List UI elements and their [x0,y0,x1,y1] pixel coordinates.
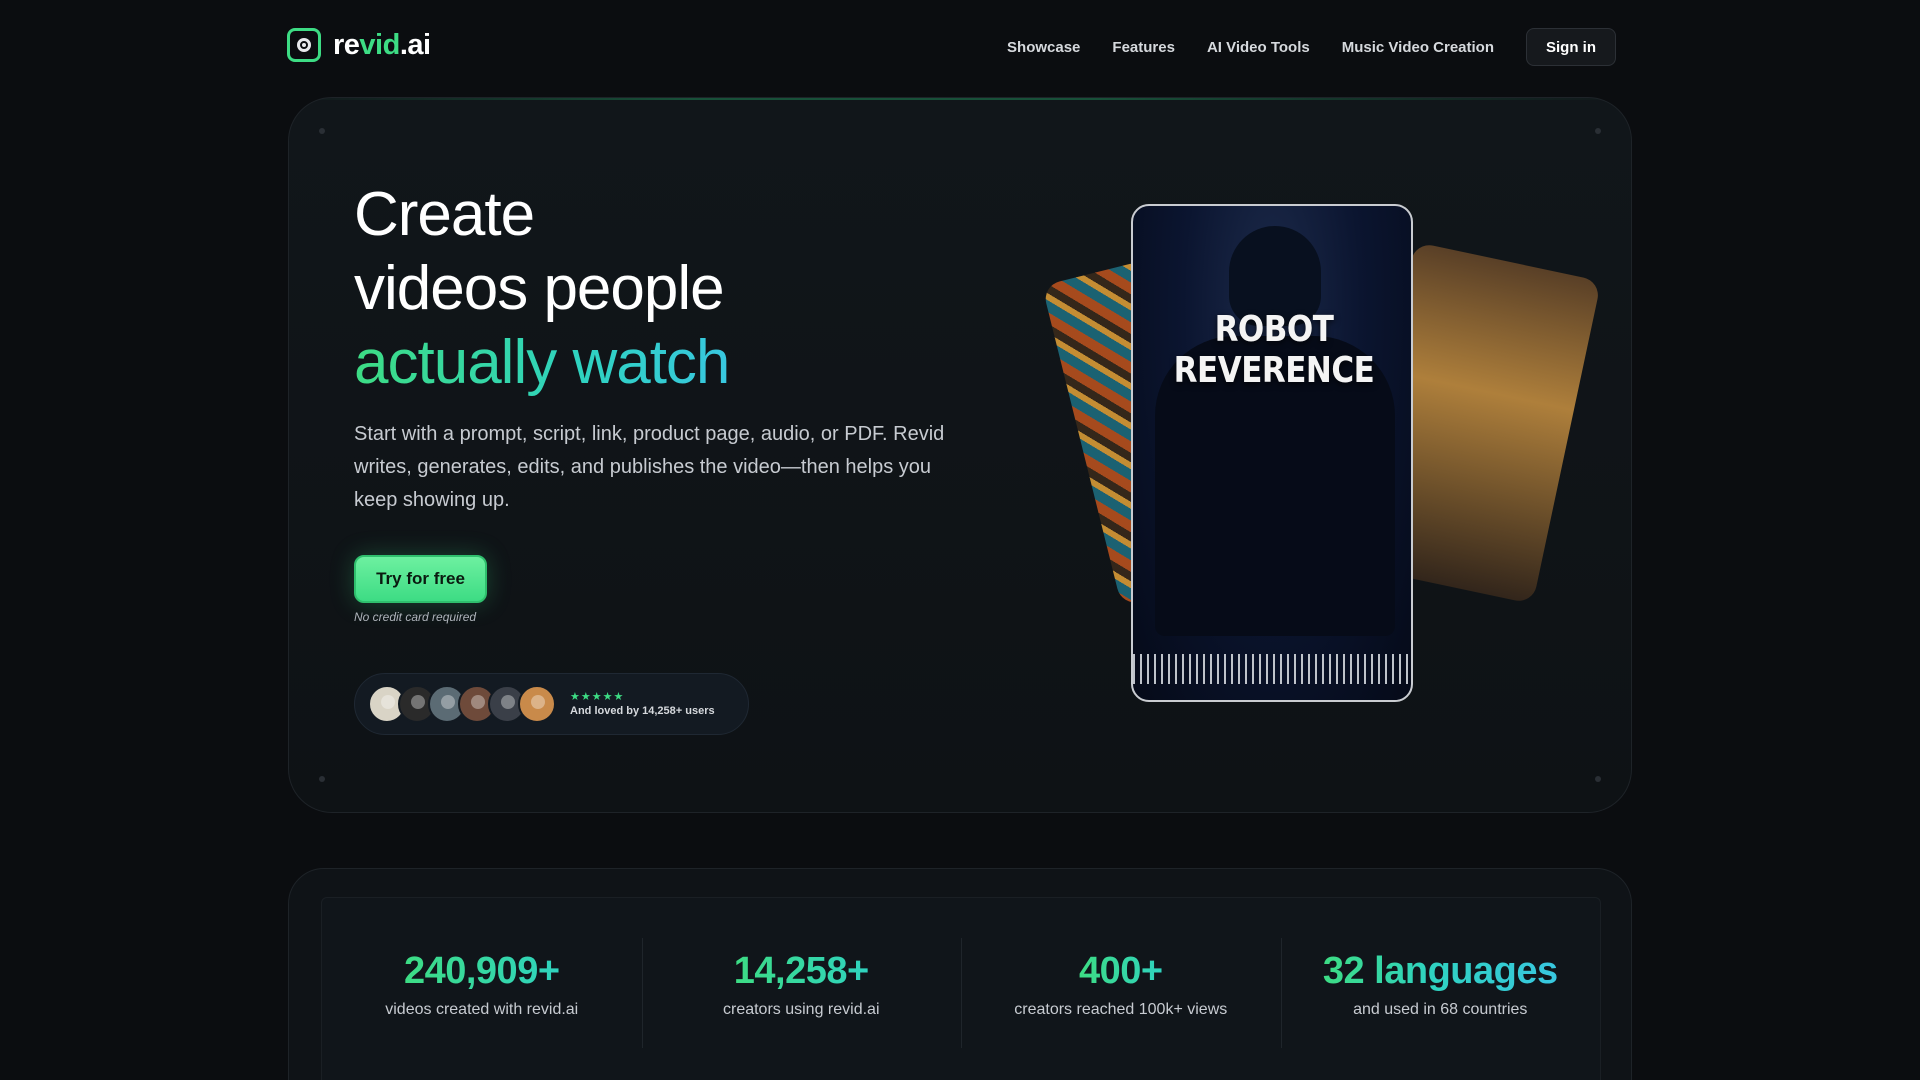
corner-dot [319,776,325,782]
avatar [518,685,556,723]
nav-music-video-creation[interactable]: Music Video Creation [1342,39,1494,56]
logo-text-accent: vid [359,28,400,61]
stats-row: 240,909+ videos created with revid.ai 14… [321,897,1601,1080]
stat-label: videos created with revid.ai [385,1001,579,1018]
headline-line-3: actually watch [354,326,730,400]
stat-label: creators reached 100k+ views [1014,1001,1228,1018]
stat-value: 14,258+ [733,950,869,992]
avatar-group [368,685,556,723]
hero-headline: Create videos people actually watch [354,178,730,400]
try-for-free-button[interactable]: Try for free [354,555,487,603]
rating-stars-icon: ★★★★★ [570,691,625,703]
headline-line-1: Create [354,180,535,249]
logo-text-suffix: .ai [399,28,431,61]
corner-dot [1595,776,1601,782]
corner-dot [319,128,325,134]
logo-text: revid.ai [333,29,431,62]
hero-card: Create videos people actually watch Star… [288,97,1632,813]
cta-note: No credit card required [354,610,477,624]
stat-videos-created: 240,909+ videos created with revid.ai [322,898,642,1080]
stat-creators-100k: 400+ creators reached 100k+ views [961,898,1281,1080]
nav-ai-video-tools[interactable]: AI Video Tools [1207,39,1310,56]
logo-eye [297,38,311,52]
nav-showcase[interactable]: Showcase [1007,39,1080,56]
stat-label: and used in 68 countries [1353,1001,1528,1018]
headline-line-2: videos people [354,254,725,323]
stat-languages: 32 languages and used in 68 countries [1280,898,1601,1080]
loved-by-text: And loved by 14,258+ users [570,705,715,717]
audio-waveform-icon [1133,654,1411,684]
logo[interactable]: revid.ai [287,28,431,62]
stat-value: 240,909+ [403,950,560,992]
sign-in-button[interactable]: Sign in [1526,28,1616,66]
main-nav: Showcase Features AI Video Tools Music V… [1007,28,1616,66]
stat-label: creators using revid.ai [722,1001,880,1018]
nav-features[interactable]: Features [1112,39,1175,56]
stats-card: 240,909+ videos created with revid.ai 14… [288,868,1632,1080]
page: revid.ai Showcase Features AI Video Tool… [0,0,1920,1080]
stat-creators: 14,258+ creators using revid.ai [641,898,962,1080]
social-proof: ★★★★★ And loved by 14,258+ users [354,673,749,735]
video-preview-phone[interactable]: ROBOT REVERENCE [1131,204,1413,702]
video-preview-title: ROBOT REVERENCE [1173,308,1375,392]
corner-dot [1595,128,1601,134]
revid-logo-icon [287,28,321,62]
site-header: revid.ai Showcase Features AI Video Tool… [0,0,1920,96]
logo-text-main: re [333,28,360,61]
stat-value: 32 languages [1322,950,1558,992]
hero-subtext: Start with a prompt, script, link, produ… [354,423,945,511]
stat-value: 400+ [1078,950,1163,992]
social-text: ★★★★★ And loved by 14,258+ users [570,691,715,717]
